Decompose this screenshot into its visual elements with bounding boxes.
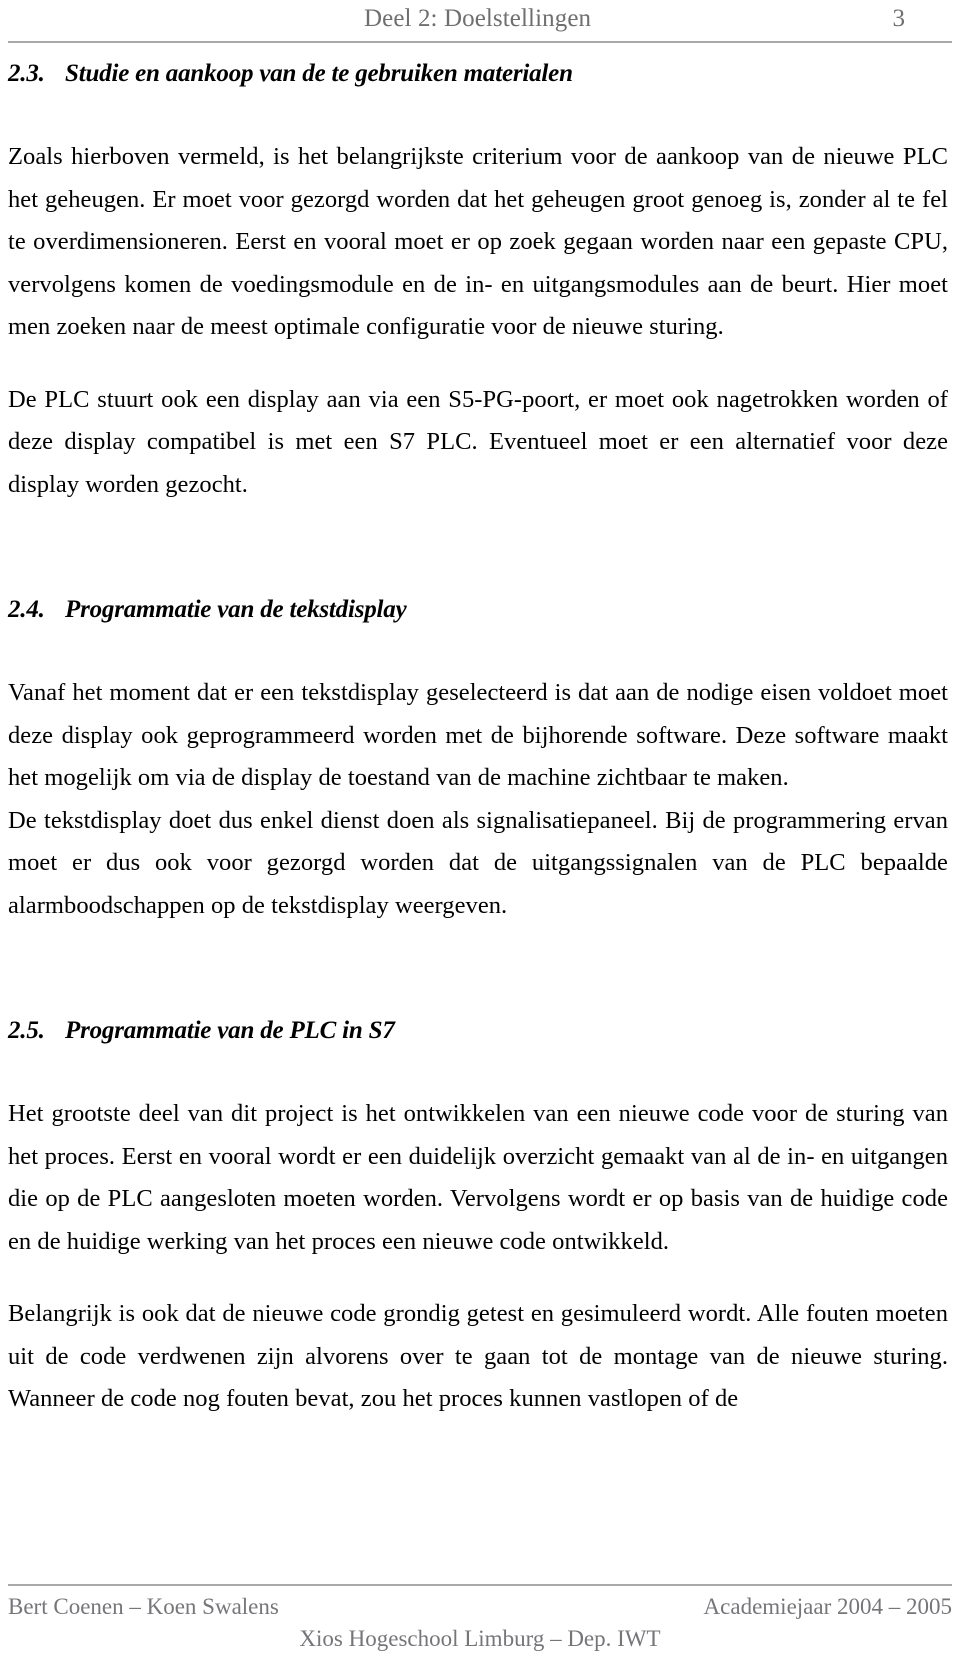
document-page: Deel 2: Doelstellingen 3 2.3. Studie en … <box>0 0 960 1666</box>
footer-institution: Xios Hogeschool Limburg – Dep. IWT <box>299 1626 661 1651</box>
section-title-2-5: Programmatie van de PLC in S7 <box>65 1017 395 1044</box>
section-heading-2-5: 2.5. Programmatie van de PLC in S7 <box>8 1015 948 1047</box>
footer-academic-year: Academiejaar 2004 – 2005 <box>703 1594 952 1619</box>
footer-authors: Bert Coenen – Koen Swalens <box>8 1594 279 1619</box>
header-rule <box>8 41 952 43</box>
page-header-inner: Deel 2: Doelstellingen <box>8 2 952 36</box>
paragraph-2-3-1: Zoals hierboven vermeld, is het belangri… <box>8 143 948 340</box>
section-title-2-3: Studie en aankoop van de te gebruiken ma… <box>65 60 573 87</box>
footer-rule <box>8 1584 952 1586</box>
paragraph-2-5-2: Belangrijk is ook dat de nieuwe code gro… <box>8 1300 948 1412</box>
paragraph-2-5-1: Het grootste deel van dit project is het… <box>8 1100 948 1255</box>
footer-top-row: Bert Coenen – Koen Swalens Academiejaar … <box>8 1591 952 1623</box>
page-number: 3 <box>892 5 906 32</box>
document-content: 2.3. Studie en aankoop van de te gebruik… <box>8 58 948 1421</box>
section-number-2-3: 2.3. <box>8 60 45 87</box>
paragraph-2-4-2: De tekstdisplay doet dus enkel dienst do… <box>8 806 948 919</box>
section-number-2-5: 2.5. <box>8 1017 45 1044</box>
page-footer: Bert Coenen – Koen Swalens Academiejaar … <box>8 1584 952 1662</box>
section-title-2-4: Programmatie van de tekstdisplay <box>65 596 407 623</box>
section-heading-2-3: 2.3. Studie en aankoop van de te gebruik… <box>8 58 948 90</box>
paragraph-2-4-1: Vanaf het moment dat er een tekstdisplay… <box>8 679 948 791</box>
page-header: Deel 2: Doelstellingen 3 <box>8 2 952 43</box>
section-number-2-4: 2.4. <box>8 596 45 623</box>
running-header-title: Deel 2: Doelstellingen <box>364 5 592 32</box>
section-heading-2-4: 2.4. Programmatie van de tekstdisplay <box>8 594 948 626</box>
paragraph-2-3-2: De PLC stuurt ook een display aan via ee… <box>8 385 948 498</box>
